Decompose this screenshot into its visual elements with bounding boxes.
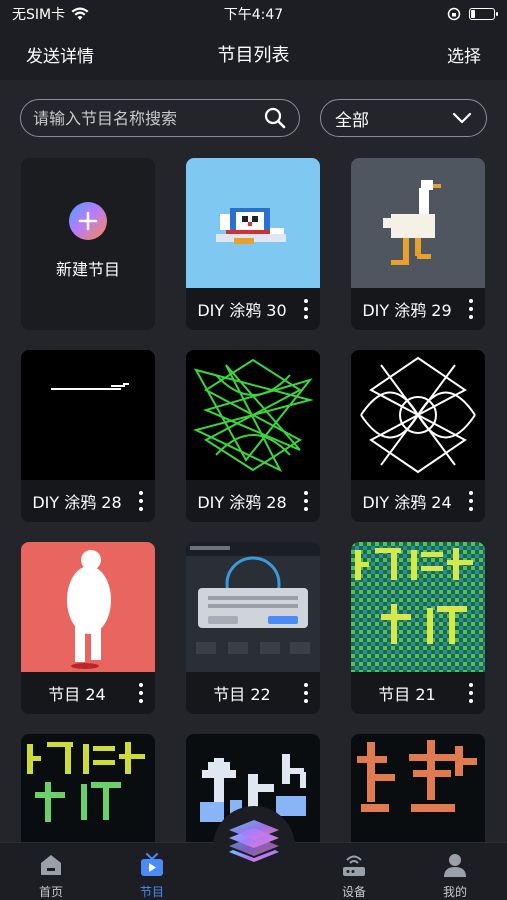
more-options-icon[interactable] bbox=[135, 680, 147, 706]
program-thumbnail bbox=[21, 350, 155, 480]
program-thumbnail bbox=[351, 734, 485, 842]
program-thumbnail bbox=[186, 158, 320, 288]
program-thumbnail bbox=[351, 542, 485, 672]
more-options-icon[interactable] bbox=[300, 296, 312, 322]
tab-programs[interactable]: 节目 bbox=[122, 851, 182, 900]
program-name: DIY 涂鸦 24 bbox=[362, 493, 452, 512]
program-name: DIY 涂鸦 28 bbox=[32, 493, 122, 512]
user-icon bbox=[444, 854, 466, 877]
category-filter[interactable]: 全部 bbox=[320, 99, 487, 137]
plus-icon bbox=[69, 202, 107, 240]
layers-icon bbox=[229, 820, 279, 862]
battery-icon bbox=[469, 8, 498, 20]
program-name: DIY 涂鸦 30 bbox=[197, 301, 287, 320]
program-thumbnail bbox=[186, 350, 320, 480]
program-card[interactable]: 节目 24 bbox=[21, 542, 155, 714]
tab-label: 首页 bbox=[38, 885, 63, 899]
program-card[interactable]: DIY 涂鸦 24 bbox=[351, 350, 485, 522]
program-list: 全部 新建节目 bbox=[0, 80, 507, 842]
nav-bar: 发送详情 节目列表 选择 bbox=[0, 28, 507, 80]
tab-label: 设备 bbox=[341, 885, 366, 899]
program-name: 节目 22 bbox=[213, 685, 271, 704]
program-card[interactable] bbox=[351, 734, 485, 842]
program-card[interactable]: DIY 涂鸦 28 bbox=[21, 350, 155, 522]
program-thumbnail bbox=[351, 158, 485, 288]
tab-devices[interactable]: 设备 bbox=[324, 851, 384, 900]
program-thumbnail bbox=[21, 734, 155, 842]
tab-label: 节目 bbox=[139, 885, 164, 899]
program-card[interactable] bbox=[21, 734, 155, 842]
more-options-icon[interactable] bbox=[300, 488, 312, 514]
send-details-button[interactable]: 发送详情 bbox=[26, 42, 94, 67]
chevron-down-icon bbox=[452, 112, 472, 124]
new-program-card[interactable]: 新建节目 bbox=[21, 158, 155, 330]
program-card[interactable]: 节目 22 bbox=[186, 542, 320, 714]
tab-profile[interactable]: 我的 bbox=[425, 851, 485, 900]
tab-home[interactable]: 首页 bbox=[21, 851, 81, 900]
more-options-icon[interactable] bbox=[465, 296, 477, 322]
program-name: DIY 涂鸦 28 bbox=[197, 493, 287, 512]
program-name: DIY 涂鸦 29 bbox=[362, 301, 452, 320]
home-icon bbox=[41, 855, 61, 875]
status-time: 下午4:47 bbox=[223, 7, 284, 23]
program-card[interactable]: DIY 涂鸦 28 bbox=[186, 350, 320, 522]
search-input[interactable] bbox=[33, 108, 263, 128]
select-button[interactable]: 选择 bbox=[447, 42, 481, 67]
filter-value: 全部 bbox=[335, 110, 369, 131]
more-options-icon[interactable] bbox=[465, 488, 477, 514]
more-options-icon[interactable] bbox=[135, 488, 147, 514]
status-bar: 无SIM卡 下午4:47 bbox=[0, 0, 507, 28]
program-name: 节目 24 bbox=[48, 685, 106, 704]
program-thumbnail bbox=[21, 542, 155, 672]
program-name: 节目 21 bbox=[378, 685, 436, 704]
layers-button[interactable] bbox=[213, 806, 295, 888]
program-card[interactable]: 节目 21 bbox=[351, 542, 485, 714]
search-box[interactable] bbox=[20, 99, 300, 137]
router-icon bbox=[343, 855, 365, 876]
program-thumbnail bbox=[351, 350, 485, 480]
more-options-icon[interactable] bbox=[300, 680, 312, 706]
program-card[interactable]: DIY 涂鸦 29 bbox=[351, 158, 485, 330]
search-icon[interactable] bbox=[263, 106, 287, 130]
tab-label: 我的 bbox=[442, 885, 467, 899]
program-card[interactable]: DIY 涂鸦 30 bbox=[186, 158, 320, 330]
more-options-icon[interactable] bbox=[465, 680, 477, 706]
new-program-label: 新建节目 bbox=[55, 260, 120, 279]
tv-icon bbox=[141, 853, 163, 876]
program-thumbnail bbox=[186, 542, 320, 672]
